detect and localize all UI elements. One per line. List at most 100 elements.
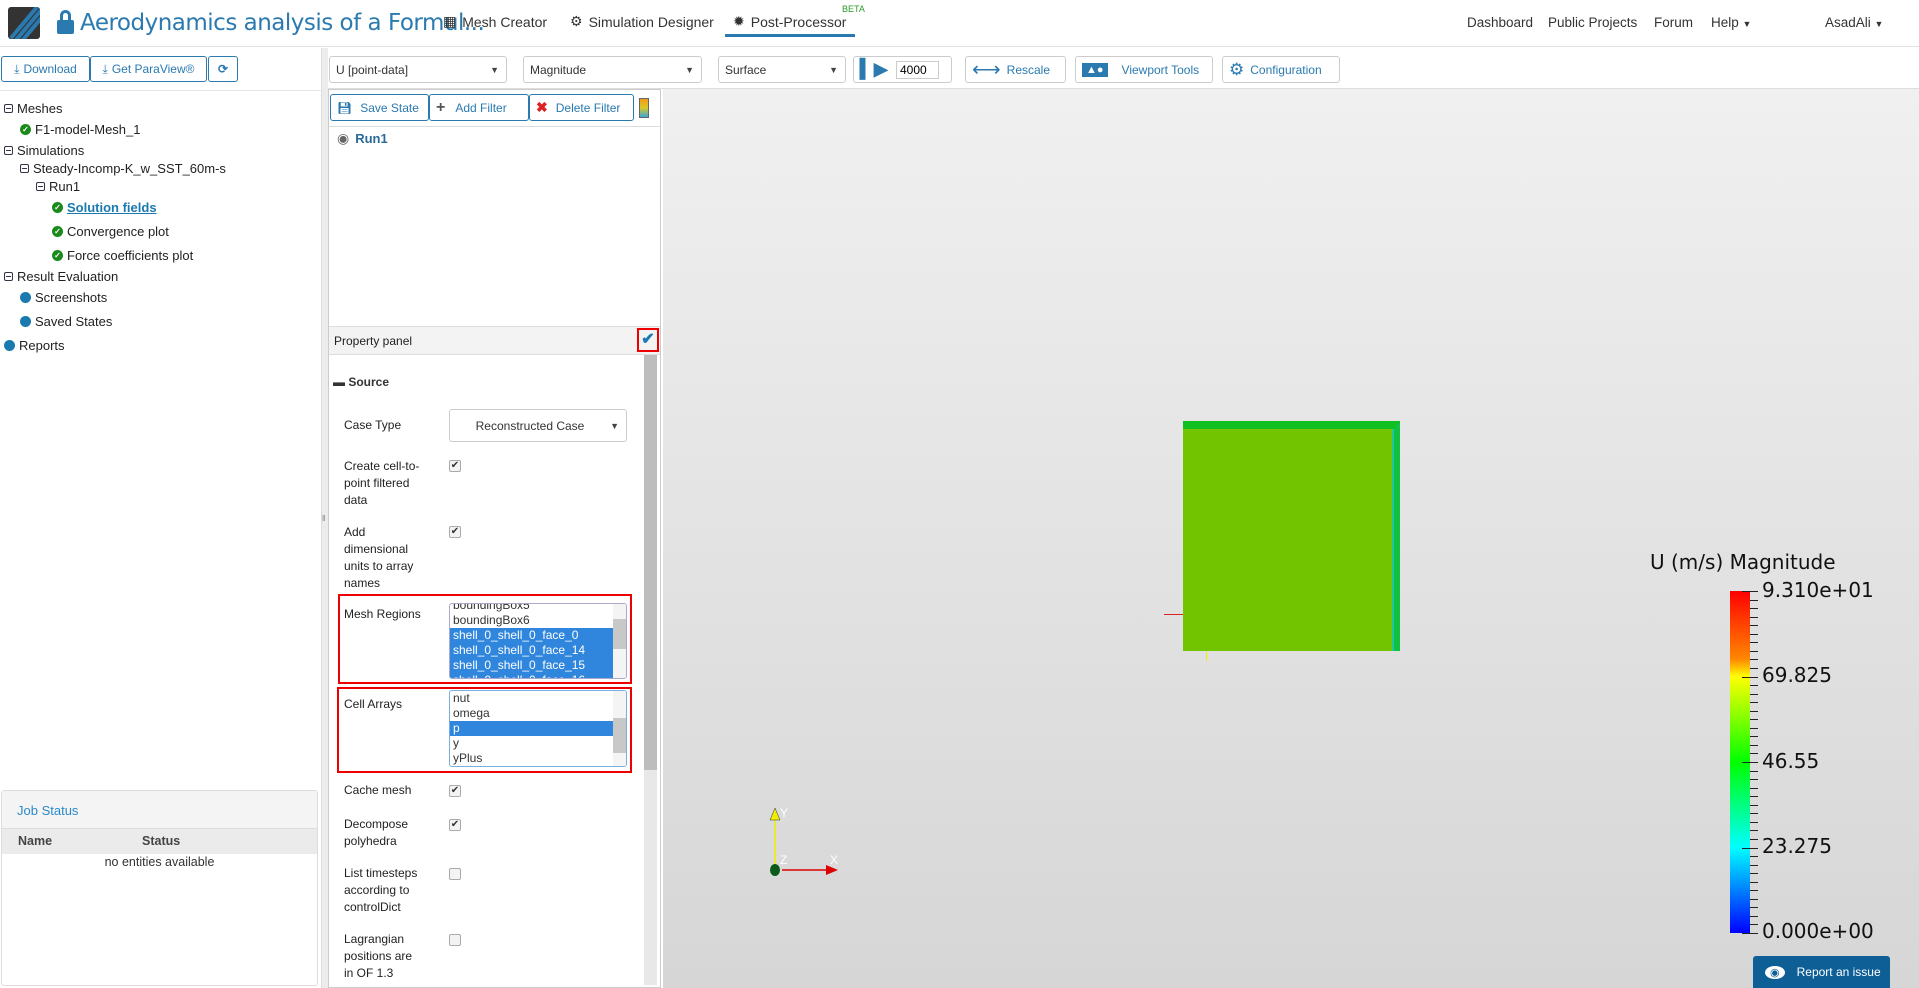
delete-filter-button[interactable]: ✖ Delete Filter (529, 94, 634, 121)
colorbar-label-min: 0.000e+00 (1762, 919, 1874, 943)
add-filter-button[interactable]: + Add Filter (429, 94, 529, 121)
collapse-icon[interactable] (4, 272, 13, 281)
case-type-select[interactable]: Reconstructed Case ▼ (449, 409, 627, 442)
download-button[interactable]: ⤓ Download (1, 56, 90, 82)
tree-mesh-item[interactable]: ✓ F1-model-Mesh_1 (20, 122, 141, 137)
tree-meshes[interactable]: Meshes (4, 101, 63, 116)
nav-help[interactable]: Help ▼ (1711, 15, 1751, 30)
add-dim-checkbox[interactable]: ✔ (449, 526, 461, 538)
decompose-checkbox[interactable]: ✔ (449, 819, 461, 831)
list-item[interactable]: shell_0_shell_0_face_0 (450, 628, 613, 643)
tree-solution-fields[interactable]: ✓ Solution fields (52, 200, 157, 215)
colorbar-label: 46.55 (1762, 749, 1820, 773)
model-surface[interactable] (1183, 421, 1400, 651)
source-section-toggle[interactable]: ▬ Source (333, 375, 389, 389)
check-circle-icon: ✓ (20, 124, 31, 135)
field-select[interactable]: U [point-data] ▼ (329, 56, 507, 83)
caret-down-icon: ▼ (610, 420, 619, 431)
nav-forum[interactable]: Forum (1654, 15, 1693, 30)
list-scrollbar[interactable] (613, 604, 626, 678)
user-menu[interactable]: AsadAli ▼ (1825, 15, 1883, 30)
pipeline-item-run1[interactable]: ◉ Run1 (337, 130, 388, 147)
colorbar-tick (1750, 744, 1758, 746)
viewport-tools-button[interactable]: ▲● Viewport Tools (1075, 56, 1213, 83)
tree-saved-states[interactable]: Saved States (20, 314, 112, 329)
tree-convergence-plot[interactable]: ✓ Convergence plot (52, 224, 169, 239)
collapse-icon[interactable] (20, 164, 29, 173)
colorbar-tick (1750, 830, 1758, 832)
left-sidebar: ⤓ Download ⤓ Get ParaView® ⟳ Meshes ✓ F1-mo… (0, 48, 322, 988)
rescale-button[interactable]: ⟷ Rescale (965, 56, 1066, 83)
collapse-icon[interactable] (36, 182, 45, 191)
colorbar-tick (1750, 616, 1758, 618)
nav-simulation-designer[interactable]: ⚙ Simulation Designer (570, 13, 714, 30)
caret-down-icon: ▼ (685, 64, 694, 75)
save-state-button[interactable]: 💾︎ Save State (330, 94, 429, 121)
list-item[interactable]: boundingBox5 (450, 604, 613, 613)
axis-z-label: Z (780, 853, 787, 867)
apply-check-button[interactable]: ✔ (637, 328, 659, 352)
play-icon[interactable]: ▍▶ (860, 59, 888, 80)
colorbar-title: U (m/s) Magnitude (1650, 550, 1836, 574)
colorbar-tick (1750, 710, 1758, 712)
lagrangian-checkbox[interactable] (449, 934, 461, 946)
list-item[interactable]: boundingBox6 (450, 613, 613, 628)
axis-mark (1206, 651, 1207, 661)
get-paraview-button[interactable]: ⤓ Get ParaView® (90, 56, 207, 82)
mesh-regions-list[interactable]: boundingBox5 boundingBox6 shell_0_shell_… (449, 603, 627, 679)
tree-result-evaluation[interactable]: Result Evaluation (4, 269, 118, 284)
col-status: Status (142, 834, 181, 848)
colorbar-tick (1750, 787, 1758, 789)
configuration-button[interactable]: ⚙ Configuration (1222, 56, 1340, 83)
tree-screenshots[interactable]: Screenshots (20, 290, 107, 305)
list-item[interactable]: omega (450, 706, 613, 721)
arrows-horizontal-icon: ⟷ (972, 59, 1001, 81)
component-select[interactable]: Magnitude ▼ (523, 56, 702, 83)
cog-icon: ✹ (733, 13, 745, 29)
collapse-icon[interactable] (4, 104, 13, 113)
list-item[interactable]: y (450, 736, 613, 751)
add-dim-label: Add dimensional units to array names (344, 525, 414, 590)
list-timesteps-checkbox[interactable] (449, 868, 461, 880)
timestep-input[interactable] (896, 61, 939, 79)
collapse-icon[interactable] (4, 146, 13, 155)
list-item[interactable]: p (450, 721, 613, 736)
report-issue-button[interactable]: ◉ Report an issue (1753, 956, 1890, 988)
colorbar-tick (1750, 727, 1758, 729)
tree-simulation-item[interactable]: Steady-Incomp-K_w_SST_60m-s (20, 161, 226, 176)
tree-simulations[interactable]: Simulations (4, 143, 84, 158)
color-map-icon[interactable] (639, 98, 649, 118)
nav-mesh-creator[interactable]: ▦ Mesh Creator (443, 13, 547, 30)
colorbar-tick (1750, 685, 1758, 687)
nav-public-projects[interactable]: Public Projects (1548, 15, 1637, 30)
list-scrollbar[interactable] (613, 691, 626, 766)
list-item[interactable]: nut (450, 691, 613, 706)
caret-down-icon: ▼ (1742, 19, 1752, 29)
list-item[interactable]: shell_0_shell_0_face_16 (450, 673, 613, 678)
property-panel-header: Property panel ✔ (329, 326, 660, 355)
list-item[interactable]: yPlus (450, 751, 613, 766)
refresh-button[interactable]: ⟳ (208, 56, 238, 82)
tree-force-coefficients[interactable]: ✓ Force coefficients plot (52, 248, 193, 263)
tree-reports[interactable]: Reports (4, 338, 65, 353)
cell-arrays-list[interactable]: nut omega p y yPlus (449, 690, 627, 767)
representation-select[interactable]: Surface ▼ (718, 56, 846, 83)
app-logo[interactable] (8, 7, 40, 39)
eye-icon[interactable]: ◉ (337, 130, 349, 147)
cache-mesh-checkbox[interactable]: ✔ (449, 785, 461, 797)
list-item[interactable]: shell_0_shell_0_face_14 (450, 643, 613, 658)
active-tab-indicator (725, 34, 855, 37)
create-cell-checkbox[interactable]: ✔ (449, 460, 461, 472)
colorbar-tick (1750, 804, 1758, 806)
colorbar-tick (1742, 762, 1758, 763)
job-status-panel: Job Status Name Status no entities avail… (1, 790, 318, 986)
tree-run1[interactable]: Run1 (36, 179, 80, 194)
colorbar-tick (1742, 933, 1758, 934)
cell-arrays-label: Cell Arrays (344, 697, 403, 711)
nav-post-processor[interactable]: ✹ Post-Processor (733, 13, 846, 30)
property-scrollbar[interactable] (644, 355, 657, 985)
project-title[interactable]: Aerodynamics analysis of a Formul... (80, 10, 485, 36)
list-item[interactable]: shell_0_shell_0_face_15 (450, 658, 613, 673)
nav-dashboard[interactable]: Dashboard (1467, 15, 1533, 30)
circle-icon (20, 292, 31, 303)
